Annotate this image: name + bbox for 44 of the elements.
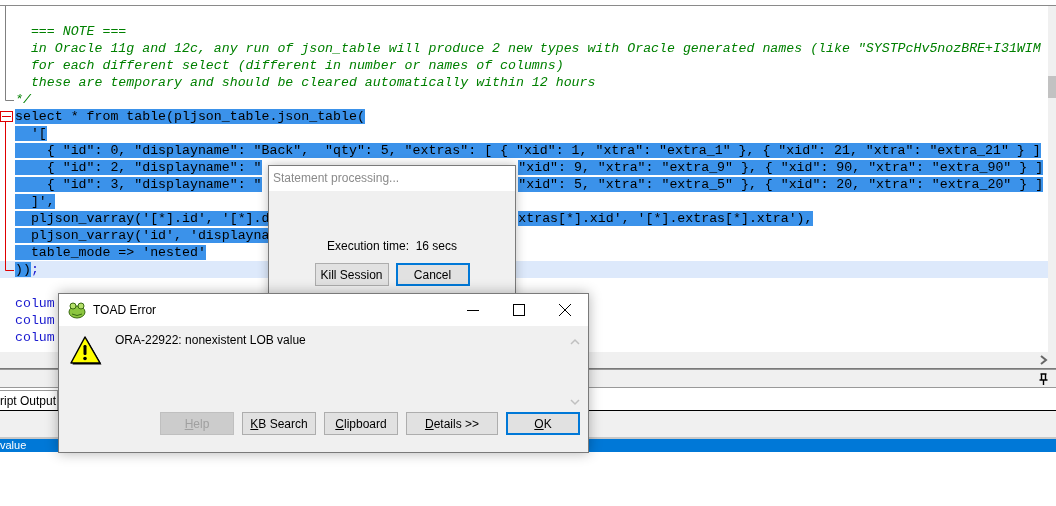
cancel-button[interactable]: Cancel bbox=[395, 263, 470, 286]
comment-text: in Oracle 11g and 12c, any run of json_table will produce 2 new types with Oracle generated names (like "SYSTPcHv5nozBRE+I31WIM bbox=[29, 41, 1041, 56]
code-text: pljson_varray('id', 'displayna bbox=[15, 228, 270, 243]
scroll-up-icon[interactable] bbox=[570, 338, 580, 345]
dialog-title: Statement processing... bbox=[269, 166, 515, 191]
execution-time-text: Execution time: 16 secs bbox=[326, 239, 458, 253]
frog-icon bbox=[67, 301, 87, 319]
dialog-title: TOAD Error bbox=[93, 303, 158, 317]
dialog-button[interactable]: Clipboard bbox=[324, 412, 398, 435]
scroll-down-icon[interactable] bbox=[570, 399, 580, 406]
code-text: ; bbox=[30, 262, 39, 277]
error-message: ORA-22922: nonexistent LOB value bbox=[115, 332, 307, 347]
code-text: select * from table(pljson_table.json_table( bbox=[15, 109, 365, 124]
chevron-right-icon[interactable] bbox=[1040, 355, 1048, 365]
code-text: '[ bbox=[15, 126, 47, 141]
collapse-icon[interactable] bbox=[0, 111, 13, 125]
warning-icon bbox=[68, 334, 102, 366]
kill-session-button[interactable]: Kill Session bbox=[314, 263, 389, 286]
code-text: ]', bbox=[15, 194, 55, 209]
output-tab[interactable]: ript Output bbox=[0, 390, 59, 410]
fold-guide-corner bbox=[5, 261, 14, 271]
code-text: "xid": 5, "xtra": "extra_5" }, { "xid": 20, "xtra": "extra_20" } ] bbox=[518, 177, 1044, 192]
code-text: "xid": 9, "xtra": "extra_9" }, { "xid": 90, "xtra": "extra_90" } ] bbox=[518, 160, 1044, 175]
dialog-button[interactable]: Details >> bbox=[406, 412, 498, 435]
dialog-button[interactable]: KB Search bbox=[242, 412, 316, 435]
code-text: { "id": 0, "displayname": "Back", "qty": 5, "extras": [ { "xid": 1, "xtra": "extra_1" }, { "xid": 21, "xtra": "extra_21" } ] bbox=[15, 143, 1041, 158]
code-text: pljson_varray('[*].id', '[*].d bbox=[15, 211, 270, 226]
code-text: xtras[*].xid', '[*].extras[*].xtra'), bbox=[518, 211, 813, 226]
status-text: value bbox=[0, 439, 27, 451]
code-text: )) bbox=[15, 262, 31, 277]
comment-text: === NOTE === bbox=[29, 24, 127, 39]
fold-guide-corner bbox=[5, 91, 14, 101]
keyword-text: colum bbox=[15, 296, 55, 311]
keyword-text: colum bbox=[15, 330, 55, 345]
dialog-button[interactable]: OK bbox=[506, 412, 580, 435]
vertical-scrollbar[interactable] bbox=[1048, 6, 1056, 352]
code-text: table_mode => 'nested' bbox=[15, 245, 206, 260]
comment-text: these are temporary and should be cleared automatically within 12 hours bbox=[29, 75, 596, 90]
code-text: { "id": 3, "displayname": " bbox=[15, 177, 262, 192]
comment-text: */ bbox=[15, 92, 31, 107]
comment-text: for each different select (different in number or names of columns) bbox=[29, 58, 564, 73]
pin-icon[interactable] bbox=[1039, 372, 1048, 385]
keyword-text: colum bbox=[15, 313, 55, 328]
code-text: { "id": 2, "displayname": " bbox=[15, 160, 262, 175]
